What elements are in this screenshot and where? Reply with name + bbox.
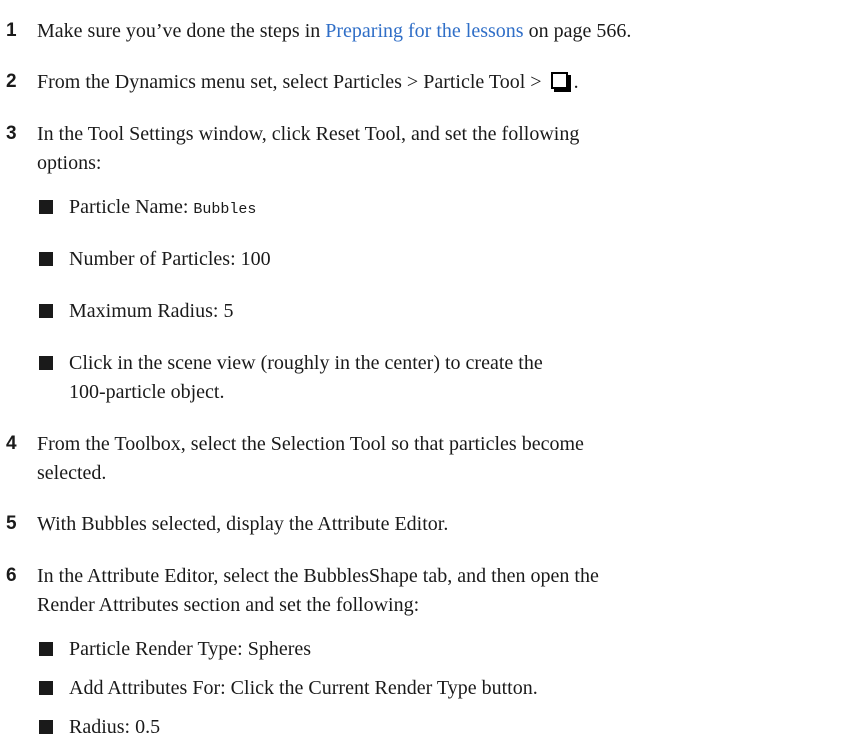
step-text: Make sure you’ve done the steps in Prepa…	[37, 20, 632, 42]
bullet-text: Particle Name: Bubbles	[69, 196, 257, 218]
step-text-line: Render Attributes section and set the fo…	[37, 594, 420, 616]
bullet-square-icon	[39, 252, 53, 266]
step-number: 6	[6, 565, 17, 586]
bullet-square-icon	[39, 642, 53, 656]
option-box-icon	[550, 72, 568, 89]
bullet-square-icon	[39, 681, 53, 695]
step-number: 4	[6, 433, 17, 454]
code-value: Bubbles	[193, 201, 257, 218]
step-text-line: From the Toolbox, select the Selection T…	[37, 433, 584, 455]
bullet-text-line: 100-particle object.	[69, 381, 225, 403]
step-number: 2	[6, 71, 17, 92]
step-number: 5	[6, 513, 17, 534]
step-text-line: selected.	[37, 462, 107, 484]
step-text-line: options:	[37, 152, 102, 174]
preparing-lessons-link[interactable]: Preparing for the lessons	[325, 20, 523, 42]
bullet-text: Radius: 0.5	[69, 716, 161, 738]
bullet-square-icon	[39, 304, 53, 318]
bullet-square-icon	[39, 720, 53, 734]
step-text-line: In the Tool Settings window, click Reset…	[37, 123, 580, 145]
step-text: From the Dynamics menu set, select Parti…	[37, 71, 579, 93]
step-number: 3	[6, 123, 17, 144]
bullet-text: Maximum Radius: 5	[69, 300, 234, 322]
bullet-text: Particle Render Type: Spheres	[69, 638, 312, 660]
step-number: 1	[6, 20, 17, 41]
document-page: 1 Make sure you’ve done the steps in Pre…	[0, 0, 854, 748]
step-text-line: In the Attribute Editor, select the Bubb…	[37, 565, 599, 587]
step-text: With Bubbles selected, display the Attri…	[37, 513, 449, 535]
bullet-text: Number of Particles: 100	[69, 248, 271, 270]
bullet-text-line: Click in the scene view (roughly in the …	[69, 352, 543, 374]
bullet-text: Add Attributes For: Click the Current Re…	[69, 677, 538, 699]
bullet-square-icon	[39, 200, 53, 214]
bullet-square-icon	[39, 356, 53, 370]
